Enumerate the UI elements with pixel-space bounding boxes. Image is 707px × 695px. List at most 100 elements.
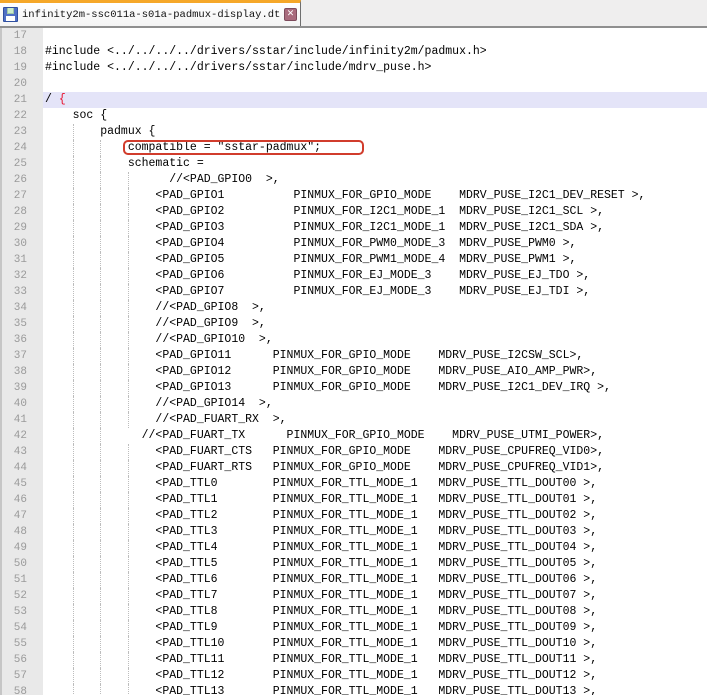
code-line-text[interactable]: <PAD_GPIO5 PINMUX_FOR_PWM1_MODE_4 MDRV_P…	[43, 252, 707, 268]
code-line[interactable]: 20	[0, 76, 707, 92]
indent-guide	[100, 428, 101, 444]
code-line[interactable]: 24 compatible = "sstar-padmux";	[0, 140, 707, 156]
code-line[interactable]: 55 <PAD_TTL10 PINMUX_FOR_TTL_MODE_1 MDRV…	[0, 636, 707, 652]
code-line-text[interactable]: <PAD_TTL12 PINMUX_FOR_TTL_MODE_1 MDRV_PU…	[43, 668, 707, 684]
indent-guide	[73, 316, 74, 332]
code-line-text[interactable]: <PAD_FUART_RTS PINMUX_FOR_GPIO_MODE MDRV…	[43, 460, 707, 476]
code-line[interactable]: 41 //<PAD_FUART_RX >,	[0, 412, 707, 428]
code-line[interactable]: 37 <PAD_GPIO11 PINMUX_FOR_GPIO_MODE MDRV…	[0, 348, 707, 364]
code-line-text[interactable]: <PAD_GPIO4 PINMUX_FOR_PWM0_MODE_3 MDRV_P…	[43, 236, 707, 252]
code-line[interactable]: 35 //<PAD_GPIO9 >,	[0, 316, 707, 332]
code-line[interactable]: 30 <PAD_GPIO4 PINMUX_FOR_PWM0_MODE_3 MDR…	[0, 236, 707, 252]
code-line[interactable]: 45 <PAD_TTL0 PINMUX_FOR_TTL_MODE_1 MDRV_…	[0, 476, 707, 492]
code-line-text[interactable]: <PAD_GPIO12 PINMUX_FOR_GPIO_MODE MDRV_PU…	[43, 364, 707, 380]
code-line-text[interactable]: <PAD_TTL6 PINMUX_FOR_TTL_MODE_1 MDRV_PUS…	[43, 572, 707, 588]
tab-file-dtsi[interactable]: infinity2m-ssc011a-s01a-padmux-display.d…	[0, 0, 301, 26]
code-line[interactable]: 47 <PAD_TTL2 PINMUX_FOR_TTL_MODE_1 MDRV_…	[0, 508, 707, 524]
code-line-text[interactable]: #include <../../../../drivers/sstar/incl…	[43, 60, 707, 76]
code-line[interactable]: 27 <PAD_GPIO1 PINMUX_FOR_GPIO_MODE MDRV_…	[0, 188, 707, 204]
code-line[interactable]: 56 <PAD_TTL11 PINMUX_FOR_TTL_MODE_1 MDRV…	[0, 652, 707, 668]
code-line-text[interactable]	[43, 76, 707, 92]
code-line-text[interactable]: <PAD_GPIO2 PINMUX_FOR_I2C1_MODE_1 MDRV_P…	[43, 204, 707, 220]
code-line[interactable]: 32 <PAD_GPIO6 PINMUX_FOR_EJ_MODE_3 MDRV_…	[0, 268, 707, 284]
code-line[interactable]: 58 <PAD_TTL13 PINMUX_FOR_TTL_MODE_1 MDRV…	[0, 684, 707, 695]
code-line[interactable]: 33 <PAD_GPIO7 PINMUX_FOR_EJ_MODE_3 MDRV_…	[0, 284, 707, 300]
code-line[interactable]: 22 soc {	[0, 108, 707, 124]
code-line-text[interactable]: <PAD_GPIO3 PINMUX_FOR_I2C1_MODE_1 MDRV_P…	[43, 220, 707, 236]
code-line-text[interactable]: <PAD_TTL7 PINMUX_FOR_TTL_MODE_1 MDRV_PUS…	[43, 588, 707, 604]
code-line-text[interactable]: padmux {	[43, 124, 707, 140]
code-line-text[interactable]: <PAD_GPIO11 PINMUX_FOR_GPIO_MODE MDRV_PU…	[43, 348, 707, 364]
indent-guide	[128, 636, 129, 652]
code-line-text[interactable]: //<PAD_FUART_RX >,	[43, 412, 707, 428]
code-line[interactable]: 46 <PAD_TTL1 PINMUX_FOR_TTL_MODE_1 MDRV_…	[0, 492, 707, 508]
code-line-text[interactable]: compatible = "sstar-padmux";	[43, 140, 707, 156]
indent-guide	[128, 348, 129, 364]
code-line-text[interactable]: <PAD_TTL5 PINMUX_FOR_TTL_MODE_1 MDRV_PUS…	[43, 556, 707, 572]
code-line[interactable]: 34 //<PAD_GPIO8 >,	[0, 300, 707, 316]
code-line[interactable]: 40 //<PAD_GPIO14 >,	[0, 396, 707, 412]
code-line-text[interactable]: <PAD_GPIO1 PINMUX_FOR_GPIO_MODE MDRV_PUS…	[43, 188, 707, 204]
code-line-text[interactable]: schematic =	[43, 156, 707, 172]
code-line-text[interactable]: //<PAD_FUART_TX PINMUX_FOR_GPIO_MODE MDR…	[43, 428, 707, 444]
code-line-text[interactable]: <PAD_TTL0 PINMUX_FOR_TTL_MODE_1 MDRV_PUS…	[43, 476, 707, 492]
code-line-text[interactable]: #include <../../../../drivers/sstar/incl…	[43, 44, 707, 60]
code-line[interactable]: 31 <PAD_GPIO5 PINMUX_FOR_PWM1_MODE_4 MDR…	[0, 252, 707, 268]
code-line[interactable]: 51 <PAD_TTL6 PINMUX_FOR_TTL_MODE_1 MDRV_…	[0, 572, 707, 588]
code-line[interactable]: 44 <PAD_FUART_RTS PINMUX_FOR_GPIO_MODE M…	[0, 460, 707, 476]
code-line-text[interactable]: //<PAD_GPIO0 >,	[43, 172, 707, 188]
code-line[interactable]: 28 <PAD_GPIO2 PINMUX_FOR_I2C1_MODE_1 MDR…	[0, 204, 707, 220]
code-line-text[interactable]: <PAD_TTL1 PINMUX_FOR_TTL_MODE_1 MDRV_PUS…	[43, 492, 707, 508]
indent-guide	[128, 684, 129, 695]
code-line[interactable]: 38 <PAD_GPIO12 PINMUX_FOR_GPIO_MODE MDRV…	[0, 364, 707, 380]
close-icon[interactable]: ✕	[284, 8, 297, 21]
code-line[interactable]: 43 <PAD_FUART_CTS PINMUX_FOR_GPIO_MODE M…	[0, 444, 707, 460]
code-line-text[interactable]: <PAD_TTL4 PINMUX_FOR_TTL_MODE_1 MDRV_PUS…	[43, 540, 707, 556]
indent-guide	[128, 236, 129, 252]
code-line-text[interactable]: //<PAD_GPIO8 >,	[43, 300, 707, 316]
code-line[interactable]: 54 <PAD_TTL9 PINMUX_FOR_TTL_MODE_1 MDRV_…	[0, 620, 707, 636]
code-line-text[interactable]: / {	[43, 92, 707, 108]
code-line[interactable]: 50 <PAD_TTL5 PINMUX_FOR_TTL_MODE_1 MDRV_…	[0, 556, 707, 572]
code-editor[interactable]: 1718#include <../../../../drivers/sstar/…	[0, 28, 707, 695]
line-number: 54	[0, 620, 43, 636]
code-line[interactable]: 26 //<PAD_GPIO0 >,	[0, 172, 707, 188]
code-line[interactable]: 48 <PAD_TTL3 PINMUX_FOR_TTL_MODE_1 MDRV_…	[0, 524, 707, 540]
code-line-text[interactable]: <PAD_GPIO7 PINMUX_FOR_EJ_MODE_3 MDRV_PUS…	[43, 284, 707, 300]
code-line[interactable]: 19#include <../../../../drivers/sstar/in…	[0, 60, 707, 76]
code-line-text[interactable]: <PAD_GPIO13 PINMUX_FOR_GPIO_MODE MDRV_PU…	[43, 380, 707, 396]
code-line-text[interactable]: //<PAD_GPIO9 >,	[43, 316, 707, 332]
code-line-text[interactable]: <PAD_TTL8 PINMUX_FOR_TTL_MODE_1 MDRV_PUS…	[43, 604, 707, 620]
code-line[interactable]: 57 <PAD_TTL12 PINMUX_FOR_TTL_MODE_1 MDRV…	[0, 668, 707, 684]
line-number: 40	[0, 396, 43, 412]
code-line-text[interactable]: <PAD_TTL13 PINMUX_FOR_TTL_MODE_1 MDRV_PU…	[43, 684, 707, 695]
code-line-text[interactable]	[43, 28, 707, 44]
code-line[interactable]: 49 <PAD_TTL4 PINMUX_FOR_TTL_MODE_1 MDRV_…	[0, 540, 707, 556]
code-line-text[interactable]: //<PAD_GPIO14 >,	[43, 396, 707, 412]
code-line[interactable]: 21/ {	[0, 92, 707, 108]
code-line[interactable]: 52 <PAD_TTL7 PINMUX_FOR_TTL_MODE_1 MDRV_…	[0, 588, 707, 604]
code-line[interactable]: 18#include <../../../../drivers/sstar/in…	[0, 44, 707, 60]
code-line-text[interactable]: <PAD_TTL10 PINMUX_FOR_TTL_MODE_1 MDRV_PU…	[43, 636, 707, 652]
line-number: 17	[0, 28, 43, 44]
code-line-text[interactable]: <PAD_TTL11 PINMUX_FOR_TTL_MODE_1 MDRV_PU…	[43, 652, 707, 668]
code-line-text[interactable]: //<PAD_GPIO10 >,	[43, 332, 707, 348]
code-line-text[interactable]: soc {	[43, 108, 707, 124]
code-line[interactable]: 23 padmux {	[0, 124, 707, 140]
code-line-text[interactable]: <PAD_GPIO6 PINMUX_FOR_EJ_MODE_3 MDRV_PUS…	[43, 268, 707, 284]
code-line-text[interactable]: <PAD_TTL2 PINMUX_FOR_TTL_MODE_1 MDRV_PUS…	[43, 508, 707, 524]
code-line[interactable]: 17	[0, 28, 707, 44]
code-line[interactable]: 42 //<PAD_FUART_TX PINMUX_FOR_GPIO_MODE …	[0, 428, 707, 444]
code-line[interactable]: 36 //<PAD_GPIO10 >,	[0, 332, 707, 348]
code-line[interactable]: 53 <PAD_TTL8 PINMUX_FOR_TTL_MODE_1 MDRV_…	[0, 604, 707, 620]
code-line-text[interactable]: <PAD_TTL9 PINMUX_FOR_TTL_MODE_1 MDRV_PUS…	[43, 620, 707, 636]
indent-guide	[128, 284, 129, 300]
code-line-text[interactable]: <PAD_TTL3 PINMUX_FOR_TTL_MODE_1 MDRV_PUS…	[43, 524, 707, 540]
indent-guide	[100, 172, 101, 188]
indent-guide	[128, 540, 129, 556]
code-line[interactable]: 25 schematic =	[0, 156, 707, 172]
code-line[interactable]: 39 <PAD_GPIO13 PINMUX_FOR_GPIO_MODE MDRV…	[0, 380, 707, 396]
code-line[interactable]: 29 <PAD_GPIO3 PINMUX_FOR_I2C1_MODE_1 MDR…	[0, 220, 707, 236]
indent-guide	[128, 220, 129, 236]
code-line-text[interactable]: <PAD_FUART_CTS PINMUX_FOR_GPIO_MODE MDRV…	[43, 444, 707, 460]
